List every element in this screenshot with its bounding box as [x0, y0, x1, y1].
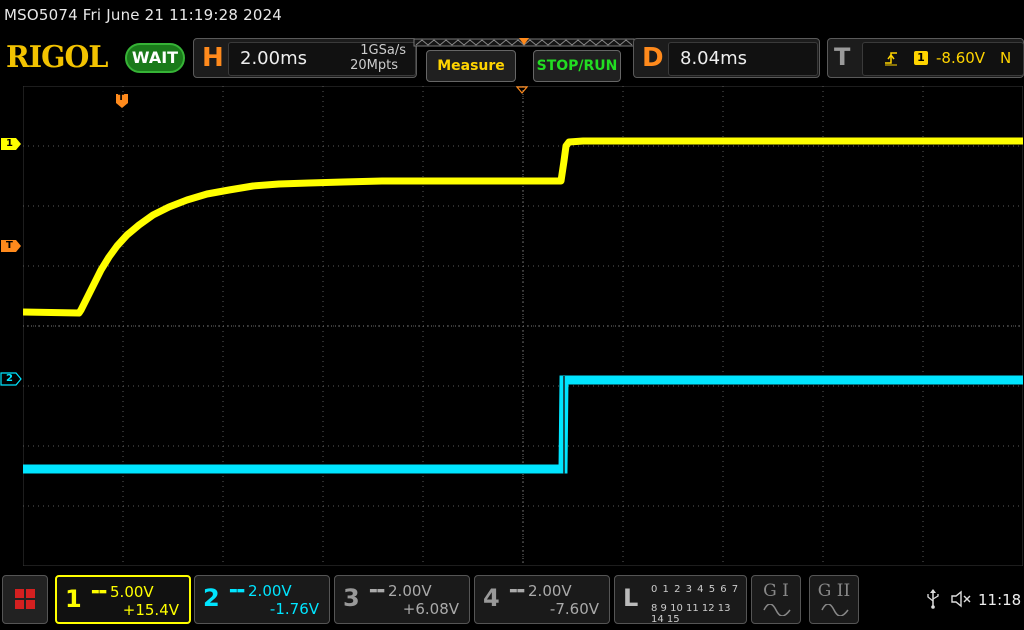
dc-coupling-icon: ▬▬: [369, 586, 385, 596]
delay-label: D: [642, 43, 664, 73]
channel-3-scale: 2.00V: [388, 582, 432, 600]
trigger-source-badge: 1: [914, 51, 928, 65]
dc-coupling-icon: ▬▬: [229, 586, 245, 596]
horizontal-label: H: [202, 43, 224, 73]
logic-channels-row-1: 0 1 2 3 4 5 6 7: [651, 584, 740, 595]
rigol-logo: RIGOL: [6, 40, 108, 75]
channel-4-offset: -7.60V: [549, 600, 599, 618]
dc-coupling-icon: ▬▬: [91, 587, 107, 597]
trigger-position-label: T: [118, 93, 125, 103]
logic-channels-row-2: 8 9 10 11 12 13 14 15: [651, 603, 731, 625]
run-state-badge: WAIT: [125, 43, 185, 73]
channel-4-panel[interactable]: 4 ▬▬ 2.00V -7.60V: [474, 575, 610, 624]
grid-menu-icon: [15, 589, 35, 609]
generator-2-button[interactable]: G II: [809, 575, 859, 624]
memory-depth: 20Mpts: [350, 58, 398, 73]
logic-analyzer-panel[interactable]: L 0 1 2 3 4 5 6 7 8 9 10 11 12 13 14 15: [614, 575, 747, 625]
channel-2-offset: -1.76V: [269, 600, 319, 618]
trigger-level: -8.60V: [936, 49, 986, 67]
ch2-marker-label: 2: [6, 373, 13, 384]
channel-3-number: 3: [343, 584, 360, 612]
channel-3-panel[interactable]: 3 ▬▬ 2.00V +6.08V: [334, 575, 470, 624]
channel-3-offset: +6.08V: [402, 600, 459, 618]
channel-1-scale: 5.00V: [110, 583, 154, 601]
measure-button[interactable]: Measure: [426, 50, 516, 82]
speaker-muted-icon[interactable]: [950, 590, 972, 608]
channel-4-scale: 2.00V: [528, 582, 572, 600]
channel-1-panel[interactable]: 1 ▬▬ 5.00V +15.4V: [55, 575, 191, 624]
dc-coupling-icon: ▬▬: [509, 586, 525, 596]
waveform-display[interactable]: [23, 86, 1023, 566]
channel-2-scale: 2.00V: [248, 582, 292, 600]
horizontal-timebase-panel[interactable]: H 2.00ms 1GSa/s 20Mpts: [193, 38, 417, 78]
rising-edge-icon: [885, 52, 897, 66]
delay-value: 8.04ms: [680, 48, 747, 69]
generator-1-label: G I: [763, 581, 789, 601]
ch1-marker-label: 1: [6, 138, 13, 149]
channel-1-offset: +15.4V: [122, 601, 179, 619]
trigger-mode: N: [1000, 49, 1012, 67]
channel-1-number: 1: [65, 585, 82, 613]
stop-run-button[interactable]: STOP/RUN: [533, 50, 621, 82]
generator-1-button[interactable]: G I: [751, 575, 801, 624]
sample-rate: 1GSa/s: [360, 43, 406, 58]
home-menu-button[interactable]: [2, 575, 48, 624]
trigger-label: T: [834, 43, 851, 71]
memory-position-bar: [413, 38, 635, 47]
channel-2-panel[interactable]: 2 ▬▬ 2.00V -1.76V: [194, 575, 330, 624]
logic-label: L: [623, 584, 639, 612]
delay-panel[interactable]: D 8.04ms: [633, 38, 820, 78]
channel-2-number: 2: [203, 584, 220, 612]
channel-4-number: 4: [483, 584, 500, 612]
trigger-marker-label: T: [6, 240, 13, 251]
trigger-panel[interactable]: T 1 -8.60V N: [827, 38, 1024, 78]
title-bar: MSO5074 Fri June 21 11:19:28 2024: [0, 0, 1024, 32]
device-datetime: MSO5074 Fri June 21 11:19:28 2024: [4, 6, 283, 24]
timebase-value: 2.00ms: [240, 48, 307, 69]
generator-2-label: G II: [817, 581, 851, 601]
system-clock: 11:18: [978, 591, 1022, 609]
center-marker: [516, 86, 528, 94]
usb-icon: [927, 589, 939, 609]
sine-wave-icon: [763, 604, 791, 616]
sine-wave-icon: [821, 604, 849, 616]
